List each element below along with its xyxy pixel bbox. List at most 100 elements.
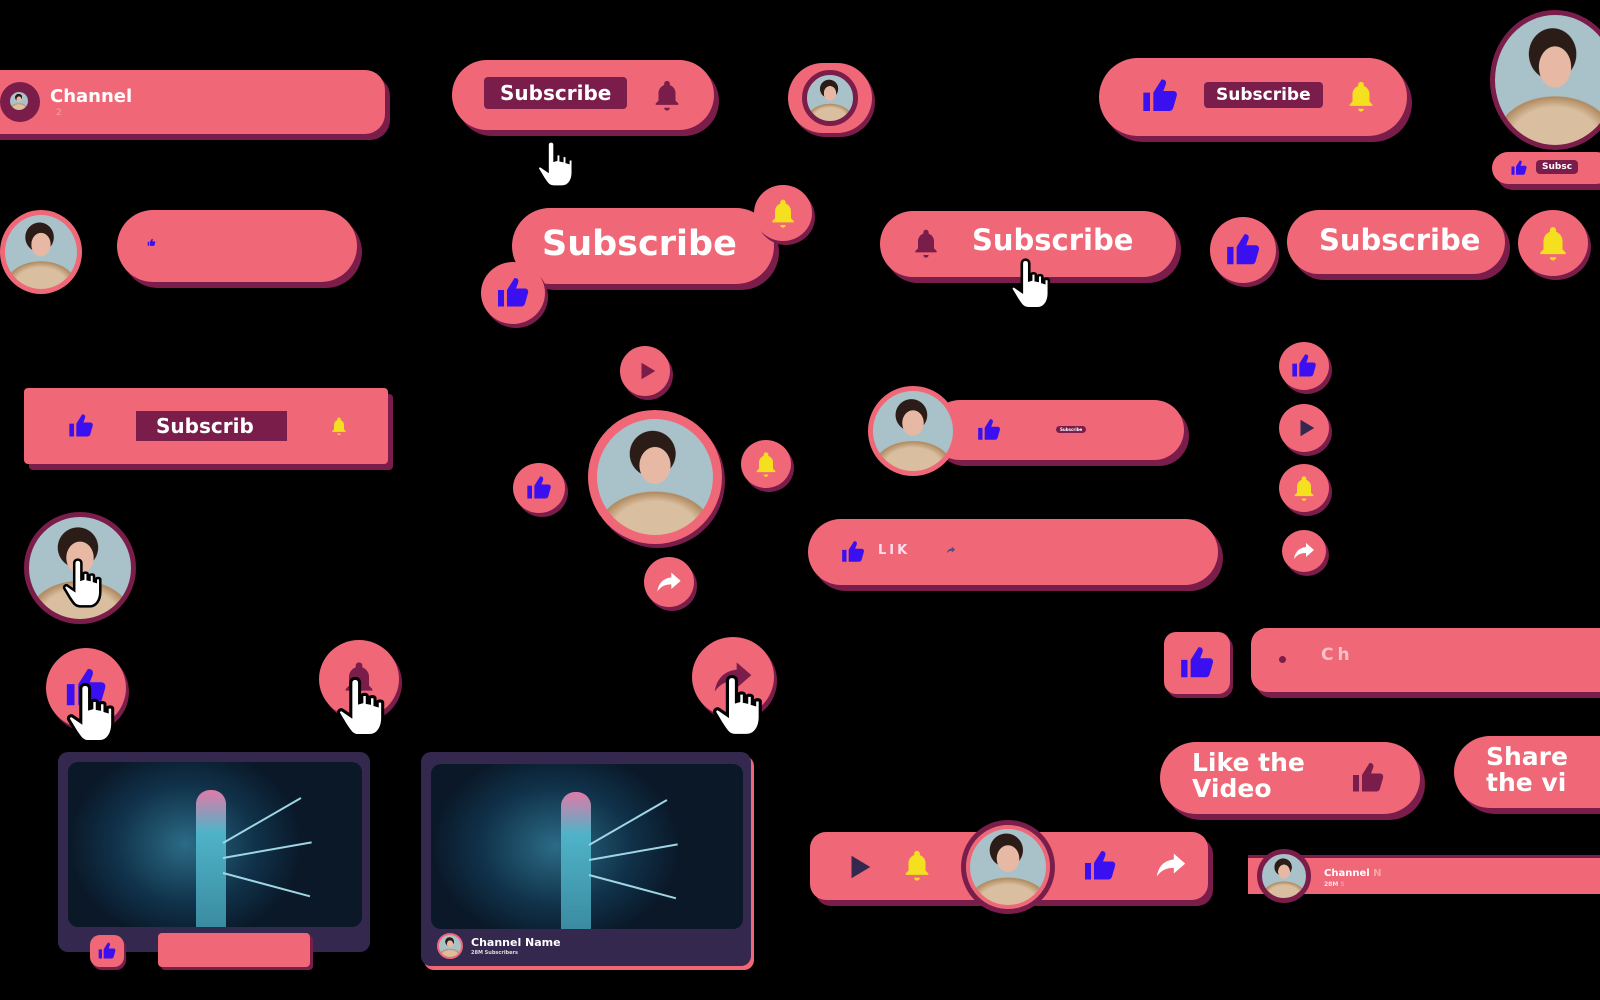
bell-icon [1290,474,1318,502]
share-the-video-button[interactable]: Share the vi [1454,736,1600,808]
channel-name-fade: N [1373,868,1382,879]
thumbs-up-icon[interactable] [66,412,96,440]
video-thumbnail[interactable] [431,764,743,929]
bell-icon [752,450,780,478]
avatar [10,92,28,110]
bell-button[interactable] [754,185,812,241]
avatar-circle[interactable] [788,63,872,133]
like-button-small[interactable] [90,935,124,967]
empty-pill-button[interactable] [117,210,357,282]
like-subscribe-bell-pill[interactable]: Subscribe [1099,58,1407,136]
avatar [1257,849,1311,903]
subs-count: 28M [1324,881,1339,888]
subscribe-button[interactable]: Subscribe [1056,426,1087,433]
thumbs-up-icon [1224,231,1262,269]
video-card[interactable] [58,752,370,952]
like-the-video-button[interactable]: Like the Video [1160,742,1420,814]
like-button[interactable] [513,463,565,513]
bell-icon[interactable] [910,227,942,259]
channel-name: Channel [50,86,133,107]
play-button[interactable] [1279,404,1329,452]
avatar [802,70,858,126]
subscribe-label: Subscribe [972,223,1134,257]
hand-cursor-icon [712,672,770,740]
subscribe-button[interactable]: Subscribe [484,77,628,109]
subscribe-label: Subscribe [542,224,737,264]
video-thumbnail[interactable] [68,762,362,927]
channel-partial-label: Ch [1321,645,1354,665]
thumbs-up-icon[interactable] [840,539,866,565]
channel-name-text: Channel [1324,868,1370,879]
play-icon [1295,417,1317,439]
channel-avatar [437,933,463,959]
thumbs-up-icon [147,238,156,247]
share-icon [1292,539,1316,563]
like-label: LIK [878,543,911,558]
share-button[interactable] [644,557,694,607]
channel-partial-bar[interactable]: Ch [1251,628,1600,692]
channel-subs: 28M Subscribers [471,950,518,956]
like-button[interactable] [481,262,545,324]
hand-cursor-icon [336,674,392,740]
like-square-button[interactable] [1164,632,1230,694]
thumbs-up-icon [495,275,531,311]
subscribe-button[interactable]: Subscrib [136,411,287,441]
subscribe-button[interactable]: Subscribe [1204,82,1323,108]
mini-like-subscribe-pill[interactable]: Subsc [1492,152,1600,184]
thumbs-up-icon [1177,644,1217,682]
thumbs-up-icon[interactable] [1510,159,1528,177]
thumbs-up-icon [1290,352,1318,380]
thumbs-up-icon[interactable] [1139,76,1181,116]
spike [588,874,677,900]
spike [588,799,668,846]
avatar [0,210,82,294]
avatar-like-subscribe-pill[interactable]: Subscribe [930,400,1184,460]
hand-cursor-icon [536,138,580,190]
thumbs-up-icon[interactable] [976,417,1002,443]
bell-icon[interactable] [1344,79,1378,113]
like-video-label: Like the Video [1192,748,1305,803]
bell-icon[interactable] [900,848,934,882]
hand-cursor-icon [66,680,122,746]
thumbs-up-icon [97,941,117,961]
avatar [961,820,1055,914]
bell-button[interactable] [1279,464,1329,512]
play-icon[interactable] [844,852,874,882]
thumbs-up-icon[interactable] [1082,848,1118,884]
spike [222,872,311,898]
like-button[interactable] [1279,342,1329,390]
subscribe-large-button[interactable]: Subscribe [512,208,774,284]
empty-button[interactable] [158,933,310,967]
share-icon [655,568,683,596]
figure [561,792,591,929]
like-bar[interactable]: LIK [808,519,1218,585]
subscribe-bell-pill[interactable]: Subscribe [452,60,714,130]
hand-cursor-icon [1010,256,1056,312]
like-subscribe-bell-bar[interactable]: Subscrib [24,388,388,464]
spike [222,797,302,844]
subscribe-button-plain[interactable]: Subscribe [1287,210,1505,274]
bell-icon [767,197,799,229]
thumbs-up-icon [1350,760,1386,796]
avatar-large [1490,10,1600,150]
channel-bar[interactable]: Channel 2 [0,70,385,134]
subs-fade: S [1340,881,1345,888]
channel-avatar-badge [0,82,40,122]
bell-button[interactable] [1518,210,1588,276]
subscribe-button[interactable]: Subsc [1536,160,1579,174]
channel-name: Channel N [1324,868,1382,879]
bell-icon[interactable] [650,78,684,112]
share-icon[interactable] [1154,848,1188,882]
avatar [868,386,958,476]
video-card[interactable]: Channel Name 28M Subscribers [421,752,751,966]
share-button[interactable] [1282,530,1326,572]
like-button[interactable] [1210,217,1276,283]
channel-name: Channel Name [471,936,561,949]
avatar [597,419,713,535]
hand-cursor-icon [62,556,108,610]
channel-subs: 2 [56,108,62,118]
spike [222,841,312,859]
bell-button[interactable] [741,440,791,488]
play-button[interactable] [620,346,670,396]
bell-icon[interactable] [329,416,349,436]
